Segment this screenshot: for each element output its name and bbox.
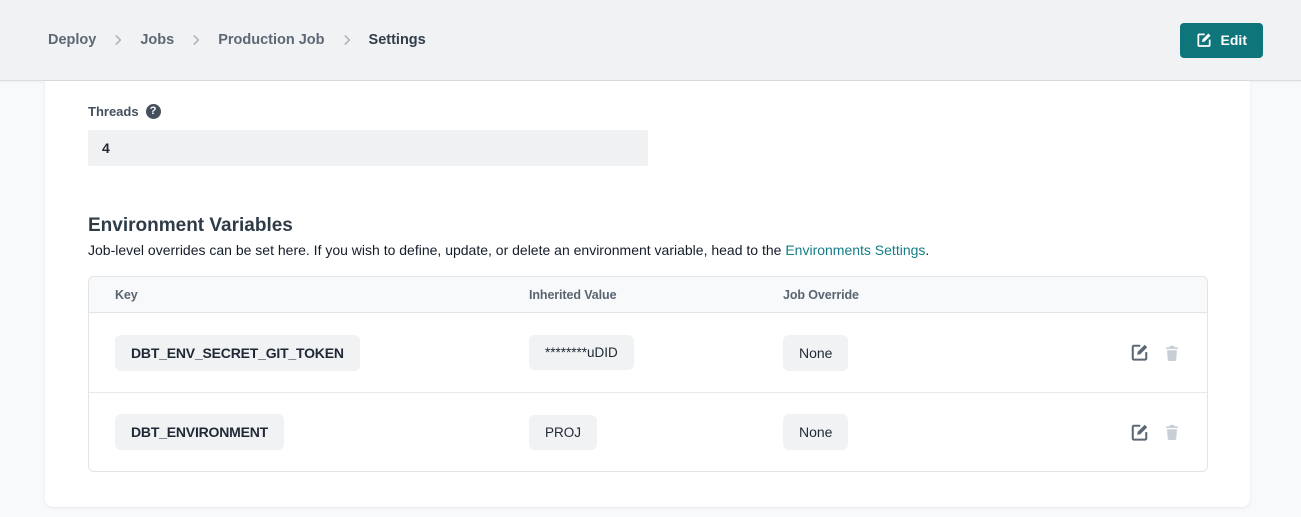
environments-settings-link[interactable]: Environments Settings bbox=[785, 242, 925, 258]
section-description: Job-level overrides can be set here. If … bbox=[88, 242, 1208, 258]
breadcrumb-item-deploy[interactable]: Deploy bbox=[48, 32, 96, 48]
table-row: DBT_ENVIRONMENT PROJ None bbox=[89, 392, 1207, 471]
column-header-inherited-value: Inherited Value bbox=[529, 288, 783, 302]
env-var-key: DBT_ENVIRONMENT bbox=[115, 414, 284, 450]
threads-input[interactable] bbox=[88, 130, 648, 166]
breadcrumb-header: Deploy Jobs Production Job Settings Edit bbox=[0, 0, 1301, 81]
breadcrumb-current-settings: Settings bbox=[369, 32, 426, 48]
pencil-square-icon bbox=[1196, 32, 1212, 48]
chevron-right-icon bbox=[111, 33, 125, 47]
column-header-key: Key bbox=[115, 288, 529, 302]
delete-row-button[interactable] bbox=[1163, 344, 1181, 362]
threads-label: Threads bbox=[88, 104, 139, 119]
chevron-right-icon bbox=[340, 33, 354, 47]
delete-row-button[interactable] bbox=[1163, 423, 1181, 441]
threads-field: Threads ? bbox=[88, 104, 1208, 166]
page-background: Threads ? Environment Variables Job-leve… bbox=[0, 81, 1301, 507]
edit-row-button[interactable] bbox=[1130, 343, 1149, 362]
edit-button[interactable]: Edit bbox=[1180, 23, 1263, 58]
trash-icon bbox=[1163, 423, 1181, 441]
edit-row-button[interactable] bbox=[1130, 423, 1149, 442]
env-var-inherited-value: PROJ bbox=[529, 415, 597, 450]
env-var-job-override: None bbox=[783, 335, 848, 371]
question-circle-icon[interactable]: ? bbox=[146, 104, 161, 119]
env-vars-table: Key Inherited Value Job Override DBT_ENV… bbox=[88, 276, 1208, 472]
table-row: DBT_ENV_SECRET_GIT_TOKEN ********uDID No… bbox=[89, 313, 1207, 392]
table-header-row: Key Inherited Value Job Override bbox=[89, 277, 1207, 313]
env-var-job-override: None bbox=[783, 414, 848, 450]
pencil-square-icon bbox=[1130, 343, 1149, 362]
breadcrumb-item-jobs[interactable]: Jobs bbox=[140, 32, 174, 48]
env-var-inherited-value: ********uDID bbox=[529, 335, 634, 370]
description-text: Job-level overrides can be set here. If … bbox=[88, 242, 785, 258]
breadcrumb: Deploy Jobs Production Job Settings bbox=[48, 32, 426, 48]
description-period: . bbox=[925, 242, 929, 258]
chevron-right-icon bbox=[189, 33, 203, 47]
column-header-job-override: Job Override bbox=[783, 288, 1131, 302]
pencil-square-icon bbox=[1130, 423, 1149, 442]
trash-icon bbox=[1163, 344, 1181, 362]
section-title: Environment Variables bbox=[88, 215, 1208, 237]
edit-button-label: Edit bbox=[1221, 32, 1247, 48]
job-settings-card: Threads ? Environment Variables Job-leve… bbox=[45, 81, 1250, 507]
env-var-key: DBT_ENV_SECRET_GIT_TOKEN bbox=[115, 335, 360, 371]
breadcrumb-item-production-job[interactable]: Production Job bbox=[218, 32, 324, 48]
